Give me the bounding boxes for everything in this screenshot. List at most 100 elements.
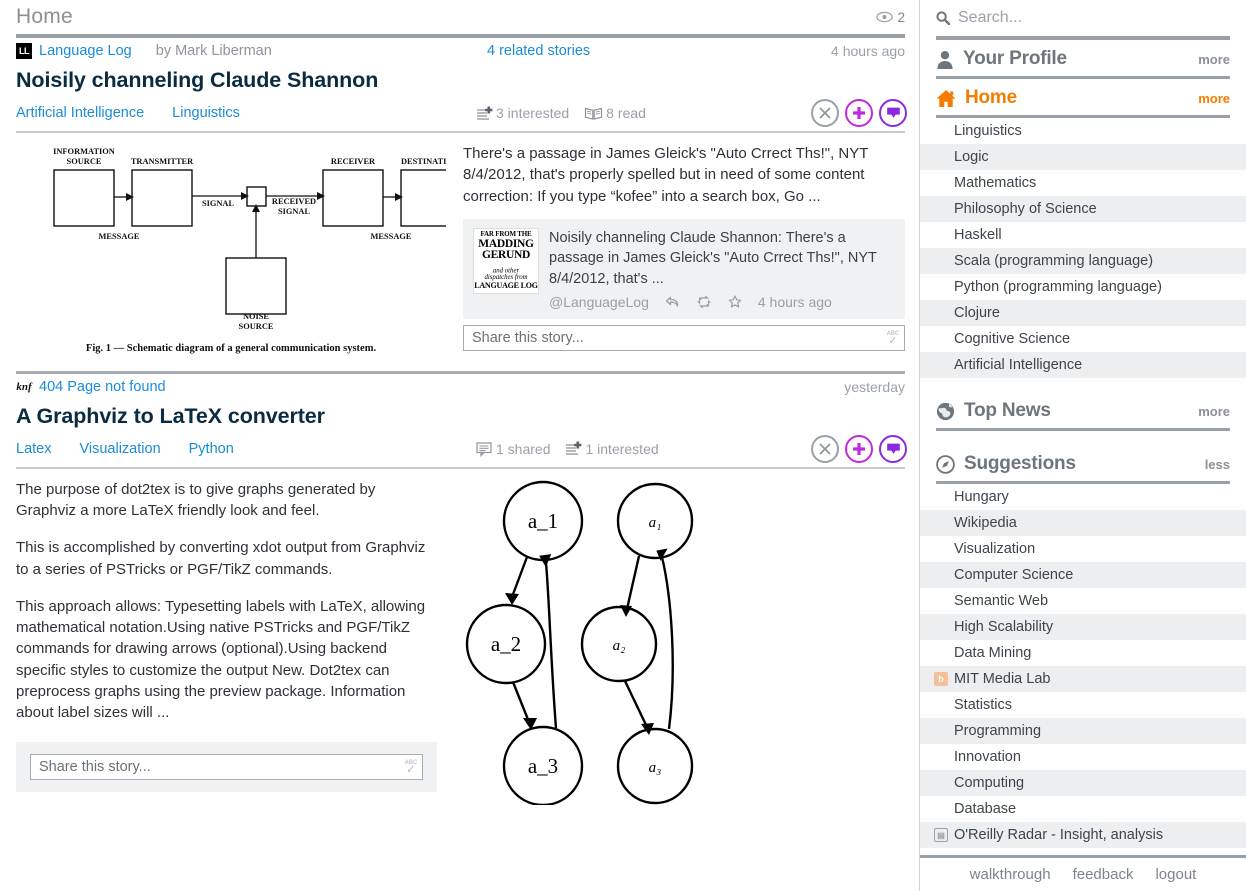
sidebar-item-label: Innovation — [954, 749, 1021, 765]
sidebar-item[interactable]: Clojure — [920, 300, 1246, 326]
abc-check-icon: ᴀʙᴄ ✓ — [404, 756, 417, 776]
sidebar-item[interactable]: Scala (programming language) — [920, 248, 1246, 274]
story-text-column: The purpose of dot2tex is to give graphs… — [0, 469, 455, 805]
house-icon — [936, 89, 956, 108]
sidebar-section-suggestions[interactable]: Suggestions less — [920, 445, 1246, 481]
sidebar-item[interactable]: Hungary — [920, 484, 1246, 510]
story-title[interactable]: Noisily channeling Claude Shannon — [0, 64, 919, 95]
star-icon[interactable] — [728, 295, 742, 308]
walkthrough-link[interactable]: walkthrough — [970, 866, 1051, 883]
search-input[interactable]: Search... — [958, 9, 1022, 27]
sidebar-item[interactable]: Computing — [920, 770, 1246, 796]
blogger-icon: b — [934, 672, 948, 686]
save-story-button[interactable] — [879, 434, 907, 463]
sidebar-item-label: MIT Media Lab — [954, 671, 1051, 687]
tweet-handle[interactable]: @LanguageLog — [549, 294, 649, 310]
shared-counter[interactable]: 1 shared — [476, 441, 550, 457]
app-root: Home 2 LL Language Log by Mark Liberman … — [0, 0, 1246, 891]
shared-tweet-card[interactable]: FAR FROM THE MADDING GERUND and other di… — [463, 218, 905, 319]
story-card: knf 404 Page not found yesterday A Graph… — [0, 373, 919, 805]
figure-caption: Fig. 1 — Schematic diagram of a general … — [86, 343, 377, 354]
story-paragraph: This is accomplished by converting xdot … — [16, 539, 426, 578]
sidebar-item[interactable]: Statistics — [920, 692, 1246, 718]
sidebar-section-title: Top News — [964, 400, 1051, 421]
story-card: LL Language Log by Mark Liberman 4 relat… — [0, 38, 919, 374]
story-tag[interactable]: Latex — [16, 441, 51, 457]
sidebar-item[interactable]: Logic — [920, 144, 1246, 170]
story-tag[interactable]: Python — [189, 441, 234, 457]
sidebar-item-label: Python (programming language) — [954, 279, 1162, 295]
svg-text:SIGNAL: SIGNAL — [278, 207, 311, 216]
sidebar-item-label: Wikipedia — [954, 515, 1017, 531]
story-thumbnail[interactable]: INFORMATION SOURCE TRANSMITTER RECEIVER … — [0, 133, 455, 371]
sidebar-item-label: Clojure — [954, 305, 1000, 321]
sidebar-section-toggle[interactable]: more — [1198, 404, 1230, 419]
sidebar-section-profile[interactable]: Your Profile more — [920, 40, 1246, 76]
sidebar-item[interactable]: Wikipedia — [920, 510, 1246, 536]
shared-count-label: 1 shared — [496, 440, 551, 457]
feed-favicon-icon: LL — [16, 43, 32, 59]
sidebar-item[interactable]: Haskell — [920, 222, 1246, 248]
story-tag[interactable]: Visualization — [79, 441, 160, 457]
svg-text:INFORMATION: INFORMATION — [53, 147, 115, 156]
sidebar-item[interactable]: Semantic Web — [920, 588, 1246, 614]
retweet-icon[interactable] — [696, 295, 712, 308]
hide-story-button[interactable] — [811, 434, 839, 463]
sidebar-section-home[interactable]: Home more — [920, 79, 1246, 115]
sidebar-item[interactable]: Computer Science — [920, 562, 1246, 588]
sidebar-section-toggle[interactable]: less — [1205, 457, 1230, 472]
interested-counter[interactable]: 1 interested — [565, 441, 659, 457]
sidebar-item[interactable]: Programming — [920, 718, 1246, 744]
search-icon — [936, 11, 950, 25]
sidebar-item[interactable]: Linguistics — [920, 118, 1246, 144]
save-story-button[interactable] — [879, 99, 907, 127]
sidebar-item[interactable]: Data Mining — [920, 640, 1246, 666]
story-body: The purpose of dot2tex is to give graphs… — [0, 469, 919, 805]
story-meta: LL Language Log by Mark Liberman 4 relat… — [0, 38, 919, 64]
sidebar-item[interactable]: Cognitive Science — [920, 326, 1246, 352]
story-title[interactable]: A Graphviz to LaTeX converter — [0, 400, 919, 431]
sidebar-item[interactable]: b MIT Media Lab — [920, 666, 1246, 692]
related-stories-link[interactable]: 4 related stories — [487, 43, 590, 59]
sidebar-item[interactable]: Database — [920, 796, 1246, 822]
feed-name-link[interactable]: Language Log — [39, 43, 132, 59]
sidebar-section-top-news[interactable]: Top News more — [920, 392, 1246, 428]
sidebar-item[interactable]: Artificial Intelligence — [920, 352, 1246, 378]
read-counter[interactable]: 8 read — [584, 105, 646, 121]
focus-story-button[interactable] — [845, 99, 873, 127]
story-excerpt: There's a passage in James Gleick's "Aut… — [463, 145, 869, 205]
sidebar-item[interactable]: ▤ O'Reilly Radar - Insight, analysis — [920, 822, 1246, 848]
hide-story-button[interactable] — [811, 99, 839, 127]
graph-node-label: a₂ — [613, 638, 626, 654]
feedback-link[interactable]: feedback — [1073, 866, 1134, 883]
reply-arrow-icon[interactable] — [665, 296, 680, 308]
focus-story-button[interactable] — [845, 434, 873, 463]
right-sidebar: Search... Your Profile more Home more Li… — [920, 0, 1246, 891]
story-tag[interactable]: Artificial Intelligence — [16, 105, 144, 121]
interested-counter[interactable]: 3 interested — [476, 105, 569, 121]
story-thumbnail[interactable]: a_1 a_2 a_3 a₁ a₂ a₃ — [455, 469, 919, 805]
eye-icon — [876, 11, 894, 23]
story-tag[interactable]: Linguistics — [172, 105, 240, 121]
feed-name-link[interactable]: 404 Page not found — [39, 379, 166, 395]
sidebar-item[interactable]: Mathematics — [920, 170, 1246, 196]
unread-indicator[interactable]: 2 — [876, 10, 905, 25]
logout-link[interactable]: logout — [1155, 866, 1196, 883]
book-cover-line: and other dispatches from — [484, 266, 528, 281]
sidebar-item[interactable]: Visualization — [920, 536, 1246, 562]
sidebar-item-label: Linguistics — [954, 123, 1022, 139]
share-story-input[interactable]: Share this story... ᴀʙᴄ ✓ — [463, 324, 905, 351]
sidebar-item[interactable]: High Scalability — [920, 614, 1246, 640]
page-title: Home — [16, 5, 73, 28]
share-row: Share this story... ᴀʙᴄ ✓ — [16, 741, 437, 792]
share-story-input[interactable]: Share this story... ᴀʙᴄ ✓ — [30, 753, 423, 780]
svg-text:RECEIVED: RECEIVED — [272, 197, 316, 206]
search-bar[interactable]: Search... — [920, 0, 1246, 36]
sidebar-item[interactable]: Philosophy of Science — [920, 196, 1246, 222]
sidebar-item[interactable]: Python (programming language) — [920, 274, 1246, 300]
sidebar-section-toggle[interactable]: more — [1198, 91, 1230, 106]
sidebar-section-toggle[interactable]: more — [1198, 52, 1230, 67]
sidebar-item[interactable]: Innovation — [920, 744, 1246, 770]
read-count-label: 8 read — [606, 105, 646, 121]
